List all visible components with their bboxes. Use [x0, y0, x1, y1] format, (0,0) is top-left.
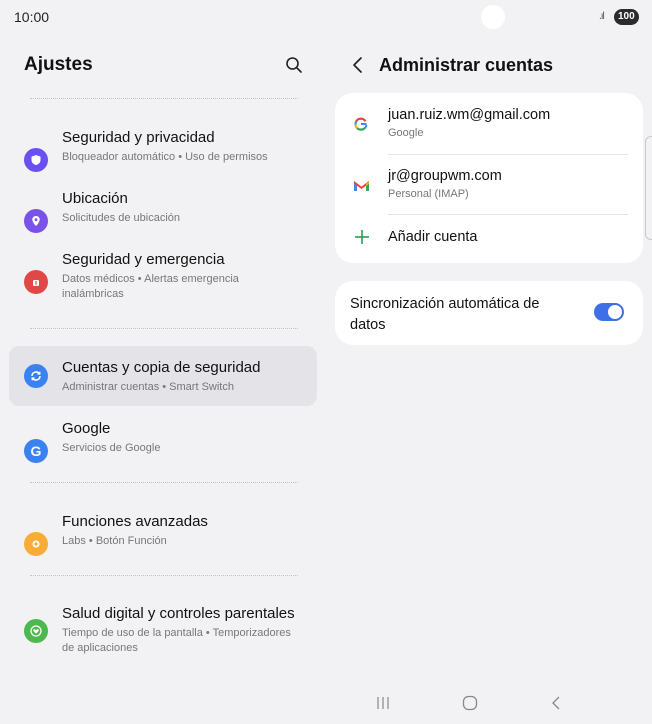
add-account-label: Añadir cuenta: [388, 229, 478, 245]
chevron-left-icon: [353, 57, 362, 73]
shield-icon: [24, 148, 48, 172]
settings-item-subtitle: Bloqueador automático • Uso de permisos: [62, 151, 268, 163]
settings-item-advanced-features[interactable]: Funciones avanzadas Labs • Botón Función: [9, 513, 317, 573]
status-bar: 10:00 .ıl 100: [0, 0, 652, 34]
auto-sync-label: Sincronización automática de datos: [350, 296, 540, 333]
emergency-icon: [24, 270, 48, 294]
google-icon: G: [24, 439, 48, 463]
settings-item-subtitle: Datos médicos • Alertas emergencia inalá…: [62, 273, 239, 300]
settings-item-title: Ubicación: [62, 190, 128, 207]
settings-item-accounts-backup[interactable]: Cuentas y copia de seguridad Administrar…: [9, 346, 317, 406]
home-button[interactable]: [458, 692, 482, 714]
page-title: Administrar cuentas: [379, 55, 554, 75]
gmail-icon: [351, 176, 371, 194]
account-row-google[interactable]: juan.ruiz.wm@gmail.com Google: [335, 93, 643, 153]
battery-indicator: 100: [614, 9, 639, 25]
back-button[interactable]: [348, 54, 368, 76]
navigation-bar: [0, 684, 652, 724]
heart-circle-icon: [24, 619, 48, 643]
camera-cutout: [481, 5, 505, 29]
gear-plus-icon: [24, 532, 48, 556]
home-icon: [462, 695, 478, 711]
signal-icon: .ıl: [599, 11, 605, 22]
account-row-imap[interactable]: jr@groupwm.com Personal (IMAP): [335, 154, 643, 214]
settings-item-title: Seguridad y emergencia: [62, 251, 225, 268]
back-nav-button[interactable]: [544, 692, 568, 714]
recent-apps-icon: [377, 697, 389, 709]
location-pin-icon: [24, 209, 48, 233]
auto-sync-toggle[interactable]: [594, 303, 624, 321]
manage-accounts-pane: Administrar cuentas juan.ruiz.wm@gmail.c…: [326, 34, 652, 684]
settings-item-subtitle: Tiempo de uso de la pantalla • Temporiza…: [62, 627, 291, 654]
account-email: juan.ruiz.wm@gmail.com: [388, 107, 551, 123]
account-type: Google: [388, 127, 424, 139]
settings-item-google[interactable]: G Google Servicios de Google: [9, 420, 317, 480]
account-type: Personal (IMAP): [388, 188, 469, 200]
back-nav-icon: [552, 696, 560, 710]
settings-item-security-privacy[interactable]: Seguridad y privacidad Bloqueador automá…: [9, 129, 317, 189]
add-account-button[interactable]: Añadir cuenta: [335, 215, 643, 263]
section-divider: [30, 482, 298, 483]
settings-item-subtitle: Administrar cuentas • Smart Switch: [62, 381, 234, 393]
settings-item-title: Cuentas y copia de seguridad: [62, 359, 261, 376]
settings-item-title: Google: [62, 420, 111, 437]
sync-icon: [24, 364, 48, 388]
settings-title: Ajustes: [24, 54, 93, 75]
settings-item-title: Seguridad y privacidad: [62, 129, 215, 146]
settings-item-title: Salud digital y controles parentales: [62, 605, 295, 622]
settings-item-safety-emergency[interactable]: Seguridad y emergencia Datos médicos • A…: [9, 251, 317, 311]
section-divider: [30, 328, 298, 329]
recent-apps-button[interactable]: [371, 692, 395, 714]
section-divider: [30, 98, 298, 99]
settings-item-title: Funciones avanzadas: [62, 513, 208, 530]
plus-icon: [355, 230, 369, 244]
section-divider: [30, 575, 298, 576]
settings-item-location[interactable]: Ubicación Solicitudes de ubicación: [9, 190, 317, 250]
settings-item-digital-wellbeing[interactable]: Salud digital y controles parentales Tie…: [9, 605, 317, 665]
status-time: 10:00: [14, 9, 50, 25]
edge-panel-handle[interactable]: [645, 136, 652, 240]
accounts-card: juan.ruiz.wm@gmail.com Google jr@groupwm…: [335, 93, 643, 263]
settings-pane: Ajustes Seguridad y privacidad Bloqueado…: [0, 34, 326, 684]
settings-item-subtitle: Labs • Botón Función: [62, 535, 167, 547]
search-icon: [286, 57, 302, 73]
sync-card[interactable]: Sincronización automática de datos: [335, 281, 643, 345]
google-g-icon: [351, 115, 371, 133]
search-button[interactable]: [281, 52, 307, 78]
account-email: jr@groupwm.com: [388, 168, 502, 184]
toggle-knob: [608, 305, 622, 319]
settings-item-subtitle: Servicios de Google: [62, 442, 161, 454]
settings-item-subtitle: Solicitudes de ubicación: [62, 212, 181, 224]
